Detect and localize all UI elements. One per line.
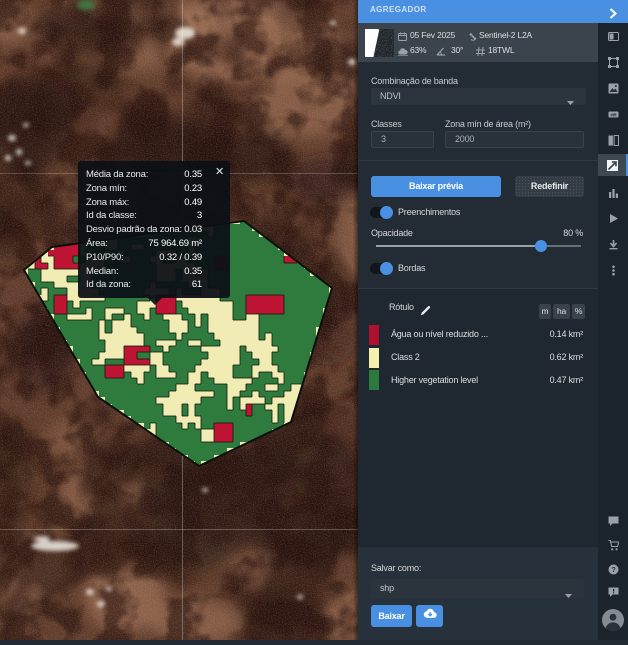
svg-text:HR: HR [610,112,617,117]
svg-text:?: ? [611,567,615,574]
